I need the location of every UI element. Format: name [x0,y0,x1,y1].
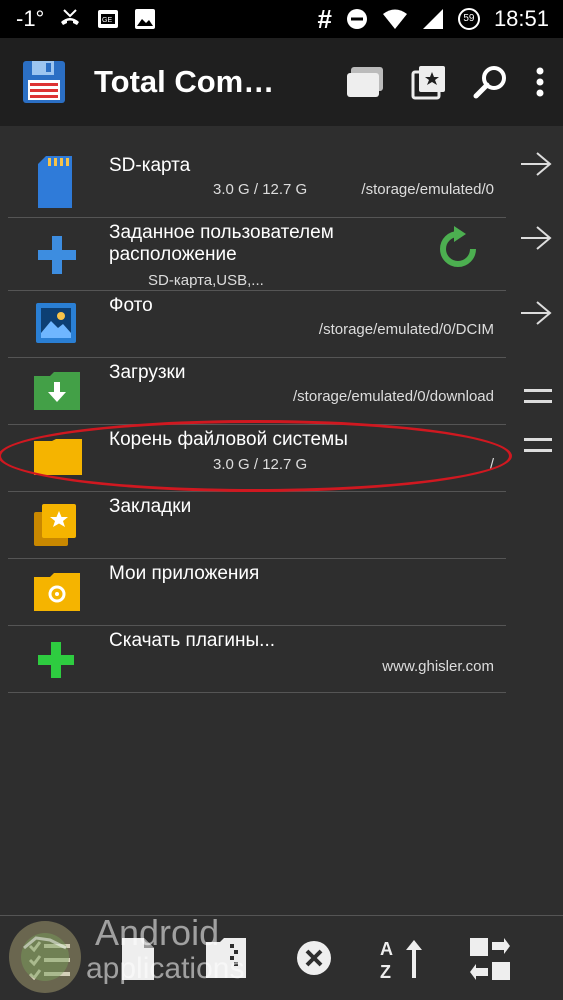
refresh-green-icon[interactable] [436,226,480,272]
file-icon[interactable] [122,938,154,980]
signal-prefix: -1° [16,6,45,31]
list-item-path: /storage/emulated/0 [361,181,494,198]
search-icon[interactable] [473,64,509,100]
arrow-right-icon[interactable] [519,224,553,252]
divider [8,692,506,693]
sort-az-icon[interactable]: AZ [380,938,424,980]
zip-icon[interactable] [206,938,246,978]
list-item-detail: SD-карта,USB,... [148,272,264,289]
image-icon [135,9,156,29]
list-item-label: Мои приложения [109,563,260,584]
more-vert-icon[interactable] [535,67,545,97]
arrow-right-icon[interactable] [519,299,553,327]
list-item-path: / [489,456,494,473]
select-icon[interactable] [28,938,72,980]
plus-blue-icon [38,236,76,274]
status-bar: -1° GE # 59 18:51 [0,0,563,38]
list-item-detail: 3.0 G / 12.7 G [213,181,308,198]
apps-folder-icon [34,573,80,611]
missed-call-icon [61,9,80,25]
list-item-user-location[interactable]: Заданное пользователем расположение SD-к… [0,218,563,291]
bottom-toolbar: AZ [0,915,563,1000]
battery-icon: 59 [457,8,480,30]
hash-icon: # [317,3,332,34]
app-title: Total Com… [94,64,275,99]
swap-icon[interactable] [470,938,510,980]
close-circle-icon[interactable] [296,940,332,976]
bookmarks-icon [34,504,76,546]
bookmark-star-icon[interactable] [411,64,447,100]
sim-card-icon: GE [98,10,119,28]
download-folder-icon [34,372,80,410]
photo-icon [36,303,76,343]
list-item-plugins[interactable]: Скачать плагины... www.ghisler.com [0,626,563,693]
signal-icon [422,9,443,29]
drag-handle-icon[interactable] [524,435,552,455]
svg-text:A: A [380,939,393,959]
list-item-fs-root[interactable]: Корень файловой системы 3.0 G / 12.7 G / [0,425,563,492]
list-item-bookmarks[interactable]: Закладки [0,492,563,559]
list-item-label: Заданное пользователем расположение [109,222,334,265]
floppy-disk-icon[interactable] [22,60,66,104]
list-item-detail: 3.0 G / 12.7 G [213,456,308,473]
list-item-label: Скачать плагины... [109,630,275,651]
svg-text:Z: Z [380,962,391,980]
list-item-downloads[interactable]: Загрузки /storage/emulated/0/download [0,358,563,425]
list-item-label: SD-карта [109,155,191,176]
list-item-path: www.ghisler.com [382,658,494,675]
list-item-label: Фото [109,295,153,316]
list-item-photo[interactable]: Фото /storage/emulated/0/DCIM [0,291,563,358]
plus-green-icon [38,642,74,678]
battery-level: 59 [463,13,475,24]
list-item-label: Загрузки [109,362,186,383]
wifi-icon [382,9,407,29]
list-item-label: Закладки [109,496,192,517]
app-bar: Total Com… [0,38,563,126]
sd-card-icon [38,156,72,208]
dnd-icon [346,9,367,29]
list-item-path: /storage/emulated/0/DCIM [318,321,494,338]
arrow-right-icon[interactable] [519,150,553,178]
list-item-sd-card[interactable]: SD-карта 3.0 G / 12.7 G /storage/emulate… [0,126,563,218]
folders-icon[interactable] [345,65,385,99]
list-item-path: /storage/emulated/0/download [293,388,494,405]
list-item-my-apps[interactable]: Мои приложения [0,559,563,626]
list-item-label: Корень файловой системы [109,429,348,450]
drag-handle-icon[interactable] [524,386,552,406]
status-time: 18:51 [493,6,549,31]
folder-icon [34,439,82,475]
svg-text:GE: GE [102,17,112,24]
